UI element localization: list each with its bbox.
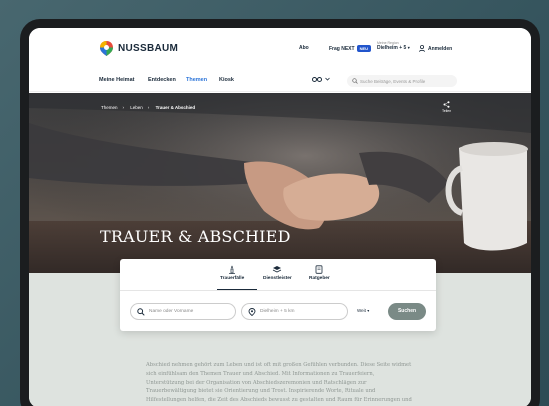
location-pin-icon (248, 308, 256, 316)
global-search-input[interactable]: Suche Beiträge, Events & Profile (347, 75, 457, 87)
layers-icon (273, 266, 282, 273)
tab-ratgeber[interactable]: Ratgeber (309, 265, 330, 281)
chevron-down-icon (325, 77, 330, 81)
hero-banner: Themen › Leben › Trauer & Abschied Teilen … (29, 93, 531, 273)
share-icon (443, 101, 450, 108)
search-icon (137, 308, 145, 316)
nav-item-themen[interactable]: Themen (186, 77, 207, 83)
user-icon (419, 45, 425, 52)
main-nav: Meine Heimat Entdecken Themen Kiosk Such… (29, 72, 531, 92)
page-title: TRAUER & ABSCHIED (100, 227, 291, 246)
share-label: Teilen (442, 109, 452, 113)
tablet-screen: NUSSBAUM Abo Frag NEXT NEU Meine Region D… (29, 28, 531, 406)
location-input[interactable]: Dielheim + 5 km (241, 303, 348, 320)
nav-item-meine-heimat[interactable]: Meine Heimat (99, 77, 134, 83)
tab-trauerfaelle[interactable]: Trauerfälle (220, 265, 244, 281)
distance-value: Weit (357, 308, 366, 313)
share-button[interactable]: Teilen (442, 101, 451, 113)
search-icon (352, 78, 358, 84)
binoculars-icon (312, 77, 322, 82)
hero-photo-hands (29, 93, 531, 273)
obituary-search-card: Trauerfälle Dienstleister Ratgeber Name … (120, 259, 436, 331)
tabs-divider (120, 290, 436, 291)
breadcrumb-separator: › (122, 105, 125, 110)
global-search-placeholder: Suche Beiträge, Events & Profile (360, 78, 426, 84)
breadcrumb-separator: › (147, 105, 150, 110)
breadcrumb-item-leben[interactable]: Leben (130, 105, 143, 110)
login-label: Anmelden (428, 45, 453, 52)
breadcrumb: Themen › Leben › Trauer & Abschied (101, 105, 200, 110)
distance-select[interactable]: Weit ▾ (357, 308, 369, 313)
new-badge: NEU (356, 45, 372, 52)
frag-next-link[interactable]: Frag NEXT NEU (329, 45, 372, 52)
explore-toggle[interactable] (312, 76, 330, 82)
name-search-placeholder: Name oder Vorname (149, 309, 194, 314)
abo-link[interactable]: Abo (299, 45, 309, 51)
candle-icon (229, 265, 236, 274)
nav-item-kiosk[interactable]: Kiosk (219, 77, 234, 83)
chevron-down-icon: ▾ (407, 45, 410, 50)
location-placeholder: Dielheim + 5 km (260, 309, 295, 314)
top-bar: NUSSBAUM Abo Frag NEXT NEU Meine Region D… (29, 28, 531, 72)
tab-label: Ratgeber (309, 276, 330, 281)
frag-next-label: Frag NEXT (329, 46, 355, 52)
intro-paragraph: Abschied nehmen gehört zum Leben und ist… (146, 362, 412, 406)
nav-item-entdecken[interactable]: Entdecken (148, 77, 176, 83)
breadcrumb-item-current: Trauer & Abschied (155, 105, 196, 110)
tab-dienstleister[interactable]: Dienstleister (263, 265, 292, 281)
region-selector[interactable]: Meine Region Dielheim + 5 ▾ (377, 41, 410, 51)
tab-label: Dienstleister (263, 276, 292, 281)
chevron-down-icon: ▾ (367, 308, 370, 313)
breadcrumb-item-themen[interactable]: Themen (101, 105, 118, 110)
tablet-frame: NUSSBAUM Abo Frag NEXT NEU Meine Region D… (20, 19, 540, 406)
top-right-actions: Abo Frag NEXT NEU Meine Region Dielheim +… (29, 28, 531, 72)
book-icon (315, 265, 323, 274)
login-link[interactable]: Anmelden (419, 45, 452, 52)
region-value: Dielheim + 5 (377, 45, 407, 51)
tab-label: Trauerfälle (220, 276, 245, 281)
name-search-input[interactable]: Name oder Vorname (130, 303, 236, 320)
search-button[interactable]: Suchen (388, 303, 426, 320)
